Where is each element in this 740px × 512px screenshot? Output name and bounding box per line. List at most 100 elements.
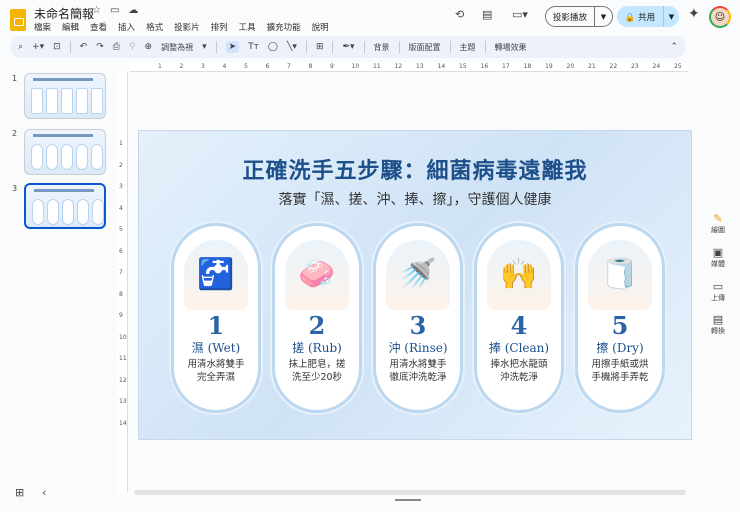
shape-icon[interactable]: ◯: [268, 42, 278, 52]
horizontal-scrollbar[interactable]: [134, 490, 686, 495]
star-icon[interactable]: ☆: [92, 5, 101, 16]
ruler-tick: 2: [179, 63, 184, 70]
step-illustration: 🧼: [285, 240, 349, 310]
share-label[interactable]: 🔒 共用: [617, 11, 663, 23]
zoom-select[interactable]: 調整為視: [161, 42, 193, 53]
slides-logo[interactable]: [10, 9, 26, 31]
step-description: 用清水將雙手 完全弄濕: [187, 359, 245, 383]
side-upload[interactable]: ▭ 上傳: [704, 280, 732, 303]
new-slide-layout-icon[interactable]: ⊡: [53, 42, 61, 52]
side-draw[interactable]: ✎ 繪圖: [704, 212, 732, 235]
step-description: 捧水把水龍頭 沖洗乾淨: [490, 359, 548, 383]
text-box-icon[interactable]: Tт: [248, 42, 259, 52]
ruler-tick: 21: [588, 63, 596, 70]
undo-icon[interactable]: ↶: [80, 42, 88, 52]
slide-title[interactable]: 正確洗手五步驟：細菌病毒遠離我: [139, 153, 691, 185]
ruler-tick: 24: [652, 63, 661, 70]
ruler-tick: 9: [330, 63, 334, 70]
present-dropdown-icon[interactable]: ▼: [594, 7, 612, 26]
select-icon[interactable]: ➤: [225, 41, 240, 53]
comments-icon[interactable]: ▤: [482, 8, 492, 21]
ruler-tick: 2: [119, 161, 123, 169]
menu-insert[interactable]: 插入: [118, 21, 135, 33]
slide-thumbnail-1[interactable]: [24, 73, 106, 119]
vertical-ruler: 1 2 3 4 5 6 7 8 9 10 11 12 13 14: [117, 72, 128, 492]
theme-button[interactable]: 主題: [460, 42, 476, 53]
step-label: 捧 (Clean): [488, 341, 550, 355]
resize-handle[interactable]: [395, 499, 421, 501]
ruler-tick: 4: [119, 204, 123, 212]
menu-arrange[interactable]: 排列: [211, 21, 228, 33]
ruler-tick: 9: [119, 312, 123, 319]
transition-button[interactable]: 轉場效果: [495, 42, 527, 53]
share-button[interactable]: 🔒 共用 ▼: [617, 6, 679, 27]
menu-file[interactable]: 檔案: [34, 21, 51, 33]
slide-thumbnail-3[interactable]: [24, 183, 106, 229]
thumbnail-number: 1: [12, 74, 18, 83]
step-number: 4: [510, 311, 528, 340]
step-card[interactable]: 🙌 4 捧 (Clean) 捧水把水龍頭 沖洗乾淨: [474, 223, 564, 413]
step-card[interactable]: 🚿 3 沖 (Rinse) 用清水將雙手 徹底沖洗乾淨: [373, 223, 463, 413]
slide-subtitle[interactable]: 落實「濕、搓、沖、捧、擦」，守護個人健康: [139, 189, 691, 209]
ruler-tick: 1: [158, 63, 162, 70]
line-icon[interactable]: ╲▾: [287, 42, 297, 52]
ruler-tick: 8: [119, 290, 123, 298]
side-convert[interactable]: ▤ 轉換: [704, 313, 732, 336]
step-number: 3: [409, 311, 427, 340]
document-title[interactable]: 未命名簡報: [34, 5, 94, 22]
new-slide-icon[interactable]: +▾: [32, 42, 44, 52]
folder-icon: ▭: [712, 280, 724, 293]
move-folder-icon[interactable]: ▭: [110, 5, 119, 16]
pen-icon[interactable]: ✒▾: [342, 42, 354, 52]
ruler-tick: 3: [119, 183, 123, 190]
ruler-tick: 20: [566, 63, 575, 70]
search-icon[interactable]: ⌕: [18, 42, 23, 52]
ruler-tick: 8: [308, 63, 313, 70]
menu-edit[interactable]: 編輯: [62, 21, 79, 33]
ruler-tick: 5: [244, 63, 248, 70]
ruler-tick: 10: [351, 63, 360, 70]
ruler-tick: 7: [287, 63, 291, 70]
menu-help[interactable]: 說明: [312, 21, 329, 33]
paint-format-icon[interactable]: ⚲: [129, 42, 136, 52]
present-button[interactable]: 投影播放 ▼: [545, 6, 613, 27]
cloud-status-icon[interactable]: ☁: [128, 5, 138, 16]
collapse-panel-icon[interactable]: ‹: [42, 486, 46, 499]
step-label: 濕 (Wet): [191, 341, 241, 355]
meet-icon[interactable]: ▭▾: [512, 8, 528, 21]
collapse-toolbar-icon[interactable]: ⌃: [670, 42, 678, 52]
ruler-tick: 19: [545, 63, 553, 70]
grid-view-icon[interactable]: ⊞: [15, 486, 24, 499]
thumbnail-number: 2: [12, 129, 18, 138]
layout-button[interactable]: 版面配置: [409, 42, 441, 53]
background-button[interactable]: 背景: [374, 42, 390, 53]
step-card[interactable]: 🧼 2 搓 (Rub) 抹上肥皂，搓 洗至少20秒: [272, 223, 362, 413]
comment-add-icon[interactable]: ⊞: [316, 42, 324, 52]
avatar[interactable]: ☺: [709, 6, 731, 28]
draw-icon: ✎: [713, 212, 723, 225]
convert-icon: ▤: [712, 313, 724, 326]
zoom-icon[interactable]: ⊕: [145, 42, 153, 52]
step-description: 用清水將雙手 徹底沖洗乾淨: [389, 359, 447, 383]
menu-tools[interactable]: 工具: [239, 21, 256, 33]
slide-canvas[interactable]: 正確洗手五步驟：細菌病毒遠離我 落實「濕、搓、沖、捧、擦」，守護個人健康 🚰 1…: [138, 130, 692, 440]
side-media[interactable]: ▣ 媒體: [704, 246, 732, 269]
share-dropdown-icon[interactable]: ▼: [663, 6, 679, 27]
gemini-icon[interactable]: ✦: [688, 6, 700, 22]
menu-slide[interactable]: 投影片: [174, 21, 200, 33]
ruler-tick: 15: [459, 63, 467, 70]
step-label: 沖 (Rinse): [388, 341, 448, 355]
history-icon[interactable]: ⟲: [455, 8, 464, 21]
step-number: 1: [207, 311, 225, 340]
redo-icon[interactable]: ↷: [96, 42, 104, 52]
menu-view[interactable]: 查看: [90, 21, 107, 33]
step-label: 搓 (Rub): [292, 341, 342, 355]
step-card[interactable]: 🚰 1 濕 (Wet) 用清水將雙手 完全弄濕: [171, 223, 261, 413]
print-icon[interactable]: ⎙: [113, 42, 120, 52]
menu-extensions[interactable]: 擴充功能: [267, 21, 301, 33]
slide-thumbnail-2[interactable]: [24, 129, 106, 175]
step-card[interactable]: 🧻 5 擦 (Dry) 用擦手紙或烘 手機將手弄乾: [575, 223, 665, 413]
toolbar: ⌕ +▾ ⊡ ↶ ↷ ⎙ ⚲ ⊕ 調整為視 ▾ ➤ Tт ◯ ╲▾ ⊞ ✒▾ 背景…: [10, 36, 686, 58]
menu-format[interactable]: 格式: [146, 21, 163, 33]
step-illustration: 🚿: [386, 240, 450, 310]
